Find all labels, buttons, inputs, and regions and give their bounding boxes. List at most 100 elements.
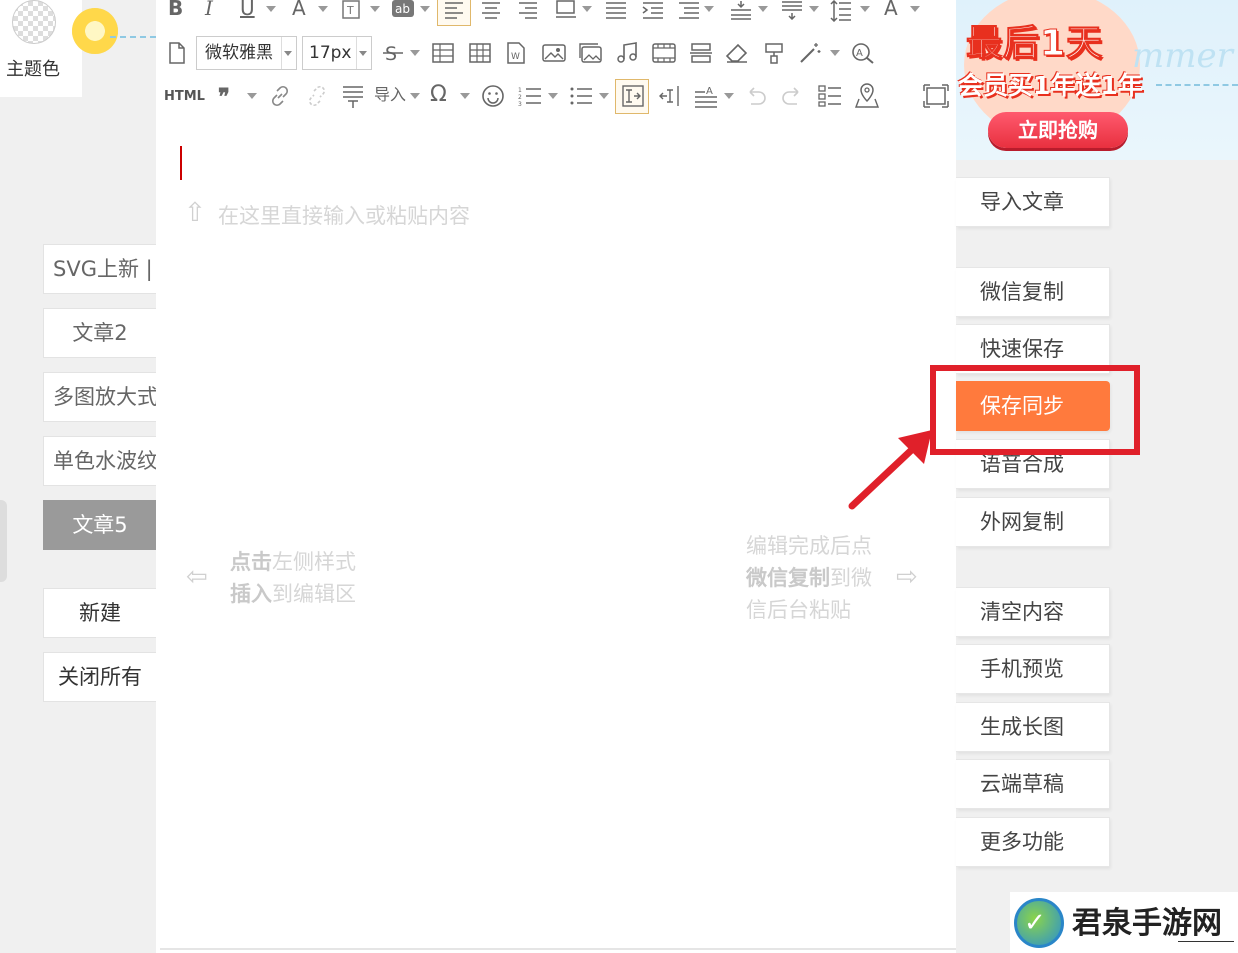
long-image-button[interactable]: 生成长图 <box>956 702 1110 752</box>
special-char-icon[interactable]: Ω <box>430 84 447 106</box>
right-hint-bold: 微信复制 <box>746 566 830 590</box>
word-import-icon[interactable]: W <box>506 42 526 64</box>
article-tab-4[interactable]: 单色水波纹 <box>43 436 156 486</box>
strikethrough-icon[interactable]: S <box>382 42 404 64</box>
watermark-text: 君泉手游网 <box>1072 906 1222 941</box>
new-document-icon[interactable] <box>168 42 186 64</box>
bold-icon[interactable]: B <box>168 0 183 18</box>
unordered-list-icon[interactable] <box>569 86 593 106</box>
font-family-select[interactable]: 微软雅黑 <box>196 36 297 70</box>
chevron-down-icon[interactable] <box>410 50 420 56</box>
justify-icon[interactable] <box>605 0 627 20</box>
underline-icon[interactable]: U <box>240 0 255 18</box>
fullscreen-icon[interactable] <box>923 84 949 108</box>
undo-icon[interactable] <box>745 86 767 106</box>
multi-image-icon[interactable] <box>579 42 603 64</box>
chevron-down-icon[interactable] <box>860 6 870 12</box>
editor-placeholder-hint: 在这里直接输入或粘贴内容 <box>218 204 470 228</box>
image-icon[interactable] <box>542 42 566 64</box>
chevron-down-icon[interactable] <box>704 6 714 12</box>
letter-spacing-icon[interactable]: A <box>884 0 898 18</box>
paragraph-spacing-bottom-icon[interactable] <box>781 0 803 20</box>
link-icon[interactable] <box>269 85 291 107</box>
grid-table-icon[interactable] <box>469 42 491 64</box>
chevron-down-icon[interactable] <box>758 6 768 12</box>
new-article-button[interactable]: 新建 <box>43 588 156 638</box>
left-panel-handle[interactable] <box>0 500 7 582</box>
auto-format-icon[interactable]: A <box>694 84 718 108</box>
more-features-button[interactable]: 更多功能 <box>956 817 1110 867</box>
chevron-down-icon[interactable] <box>410 93 420 99</box>
theme-color-widget[interactable]: 主题色 <box>0 0 82 97</box>
theme-color-label: 主题色 <box>6 59 60 80</box>
import-article-button[interactable]: 导入文章 <box>956 177 1110 227</box>
text-background-icon[interactable]: T <box>342 0 364 20</box>
chevron-down-icon[interactable] <box>370 6 380 12</box>
transparent-swatch-icon[interactable] <box>12 0 56 44</box>
html-source-button[interactable]: HTML <box>164 90 205 103</box>
layout-list-icon[interactable] <box>818 85 842 107</box>
close-all-button[interactable]: 关闭所有 <box>43 652 156 702</box>
video-icon[interactable] <box>652 42 676 64</box>
svg-text:W: W <box>511 52 520 62</box>
editor-area[interactable] <box>156 0 956 953</box>
format-brush-icon[interactable] <box>763 42 785 64</box>
chevron-down-icon[interactable] <box>582 6 592 12</box>
highlight-icon[interactable]: ab <box>392 0 416 18</box>
clear-content-button[interactable]: 清空内容 <box>956 587 1110 637</box>
align-center-icon[interactable] <box>481 0 501 20</box>
blockquote-icon[interactable]: ❞ <box>218 86 230 108</box>
align-left-icon[interactable] <box>444 0 464 20</box>
chevron-down-icon[interactable] <box>548 93 558 99</box>
anchor-icon[interactable] <box>342 85 364 109</box>
chevron-down-icon[interactable] <box>247 93 257 99</box>
line-height-icon[interactable] <box>830 0 852 22</box>
article-tab-1[interactable]: SVG上新 | <box>43 244 156 294</box>
chevron-down-icon[interactable] <box>266 6 276 12</box>
table-icon[interactable] <box>432 42 454 64</box>
chevron-down-icon[interactable] <box>910 6 920 12</box>
chevron-down-icon[interactable] <box>318 6 328 12</box>
indent-icon[interactable] <box>642 0 664 20</box>
find-replace-icon[interactable]: A <box>851 42 875 64</box>
left-style-hint: 点击左侧样式 插入到编辑区 <box>230 546 356 610</box>
magic-wand-icon[interactable] <box>799 42 821 64</box>
redo-icon[interactable] <box>781 86 803 106</box>
image-align-icon[interactable] <box>555 0 577 20</box>
italic-icon[interactable]: I <box>205 0 213 18</box>
chevron-down-icon[interactable] <box>809 6 819 12</box>
ordered-list-icon[interactable]: 123 <box>518 86 542 106</box>
unlink-icon[interactable] <box>306 85 328 107</box>
map-pin-icon[interactable] <box>855 82 879 108</box>
eraser-icon[interactable] <box>725 42 749 64</box>
promo-buy-button[interactable]: 立即抢购 <box>988 112 1128 148</box>
line-indent-icon[interactable] <box>678 0 700 20</box>
font-color-icon[interactable]: A <box>292 0 306 18</box>
font-size-select[interactable]: 17px <box>302 36 372 70</box>
external-copy-button[interactable]: 外网复制 <box>956 497 1110 547</box>
article-tab-3[interactable]: 多图放大式 <box>43 372 156 422</box>
import-menu[interactable]: 导入 <box>374 87 406 103</box>
arrow-right-icon: ⇨ <box>896 562 918 592</box>
article-tab-2[interactable]: 文章2 <box>43 308 156 358</box>
emoji-icon[interactable] <box>481 84 505 108</box>
chevron-down-icon[interactable] <box>599 93 609 99</box>
chevron-down-icon[interactable] <box>460 93 470 99</box>
wechat-copy-button[interactable]: 微信复制 <box>956 267 1110 317</box>
align-right-icon[interactable] <box>518 0 538 20</box>
promo-banner[interactable]: mmer 最后1天 会员买1年送1年 立即抢购 <box>956 0 1238 160</box>
article-tab-5[interactable]: 文章5 <box>43 500 156 550</box>
paragraph-spacing-top-icon[interactable] <box>730 0 752 20</box>
chevron-down-icon[interactable] <box>420 6 430 12</box>
mobile-preview-button[interactable]: 手机预览 <box>956 644 1110 694</box>
left-hint-bold-2: 插入 <box>230 582 272 606</box>
select-divider <box>281 37 282 69</box>
chevron-down-icon[interactable] <box>724 93 734 99</box>
cloud-draft-button[interactable]: 云端草稿 <box>956 759 1110 809</box>
svg-text:1: 1 <box>518 87 522 94</box>
text-outdent-icon[interactable] <box>659 85 681 107</box>
chevron-down-icon[interactable] <box>830 50 840 56</box>
divider-icon[interactable] <box>689 42 713 64</box>
text-indent-icon[interactable] <box>622 85 644 107</box>
music-icon[interactable] <box>616 42 638 64</box>
